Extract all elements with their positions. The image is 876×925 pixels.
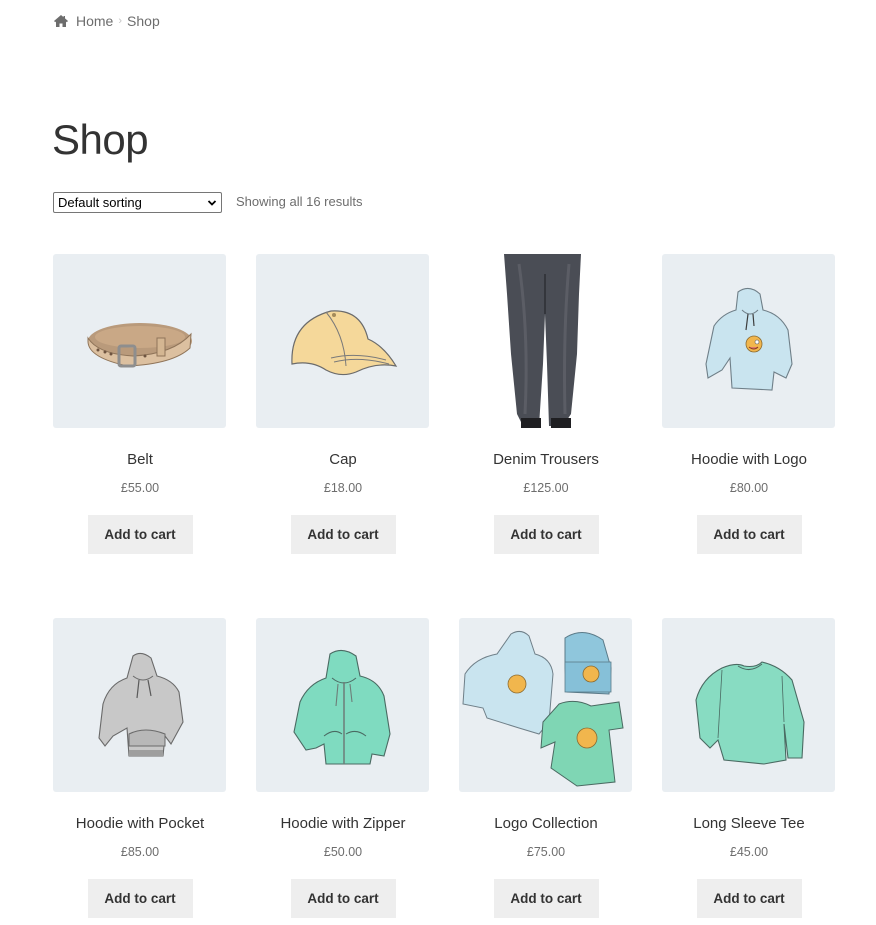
product-price: £75.00 [526, 845, 566, 859]
page-title: Shop [52, 116, 149, 163]
add-to-cart-button[interactable]: Add to cart [493, 879, 599, 918]
product-name[interactable]: Cap [256, 451, 430, 469]
product-card: Hoodie with Zipper £50.00 Add to cart [256, 618, 430, 918]
product-price: £50.00 [323, 845, 363, 859]
product-name[interactable]: Long Sleeve Tee [662, 815, 836, 833]
product-image-link[interactable] [459, 618, 632, 792]
product-image-link[interactable] [256, 254, 429, 428]
hoodie-pocket-image [98, 652, 184, 757]
belt-image [87, 323, 192, 368]
product-card: Denim Trousers £125.00 Add to cart [459, 254, 633, 554]
add-to-cart-button[interactable]: Add to cart [290, 515, 396, 554]
product-price: £45.00 [729, 845, 769, 859]
breadcrumb-current: Shop [127, 13, 160, 29]
add-to-cart-button[interactable]: Add to cart [87, 879, 193, 918]
breadcrumb-separator: › [118, 15, 123, 27]
breadcrumb-home-link[interactable]: Home [76, 13, 113, 29]
add-to-cart-button[interactable]: Add to cart [696, 879, 802, 918]
product-price: £125.00 [523, 481, 569, 495]
product-image-link[interactable] [459, 254, 632, 428]
hoodie-zipper-image [293, 649, 391, 765]
product-card: Hoodie with Logo £80.00 Add to cart [662, 254, 836, 554]
add-to-cart-button[interactable]: Add to cart [696, 515, 802, 554]
sort-select-value: Default sorting [58, 195, 142, 210]
product-price: £18.00 [323, 481, 363, 495]
product-name[interactable]: Hoodie with Zipper [256, 815, 430, 833]
long-sleeve-tee-image [695, 661, 805, 765]
product-card: Logo Collection £75.00 Add to cart [459, 618, 633, 918]
product-image-link[interactable] [662, 254, 835, 428]
product-price: £80.00 [729, 481, 769, 495]
sort-select[interactable]: Default sorting [53, 192, 222, 213]
add-to-cart-button[interactable]: Add to cart [290, 879, 396, 918]
result-count: Showing all 16 results [236, 194, 363, 209]
product-card: Hoodie with Pocket £85.00 Add to cart [53, 618, 227, 918]
product-name[interactable]: Denim Trousers [459, 451, 633, 469]
chevron-down-icon [207, 199, 217, 206]
product-card: Belt £55.00 Add to cart [53, 254, 227, 554]
hoodie-logo-image [705, 287, 793, 391]
product-image-link[interactable] [662, 618, 835, 792]
cap-image [291, 310, 398, 376]
breadcrumb: Home › Shop [53, 12, 160, 30]
product-image-link[interactable] [53, 254, 226, 428]
product-name[interactable]: Belt [53, 451, 227, 469]
product-card: Cap £18.00 Add to cart [256, 254, 430, 554]
product-name[interactable]: Hoodie with Pocket [53, 815, 227, 833]
product-image-link[interactable] [53, 618, 226, 792]
product-name[interactable]: Logo Collection [459, 815, 633, 833]
add-to-cart-button[interactable]: Add to cart [87, 515, 193, 554]
product-image-link[interactable] [256, 618, 429, 792]
product-price: £55.00 [120, 481, 160, 495]
denim-trousers-image [504, 254, 581, 428]
add-to-cart-button[interactable]: Add to cart [493, 515, 599, 554]
product-card: Long Sleeve Tee £45.00 Add to cart [662, 618, 836, 918]
logo-collection-image [462, 630, 624, 787]
home-icon[interactable] [53, 14, 69, 28]
product-name[interactable]: Hoodie with Logo [662, 451, 836, 469]
product-price: £85.00 [120, 845, 160, 859]
